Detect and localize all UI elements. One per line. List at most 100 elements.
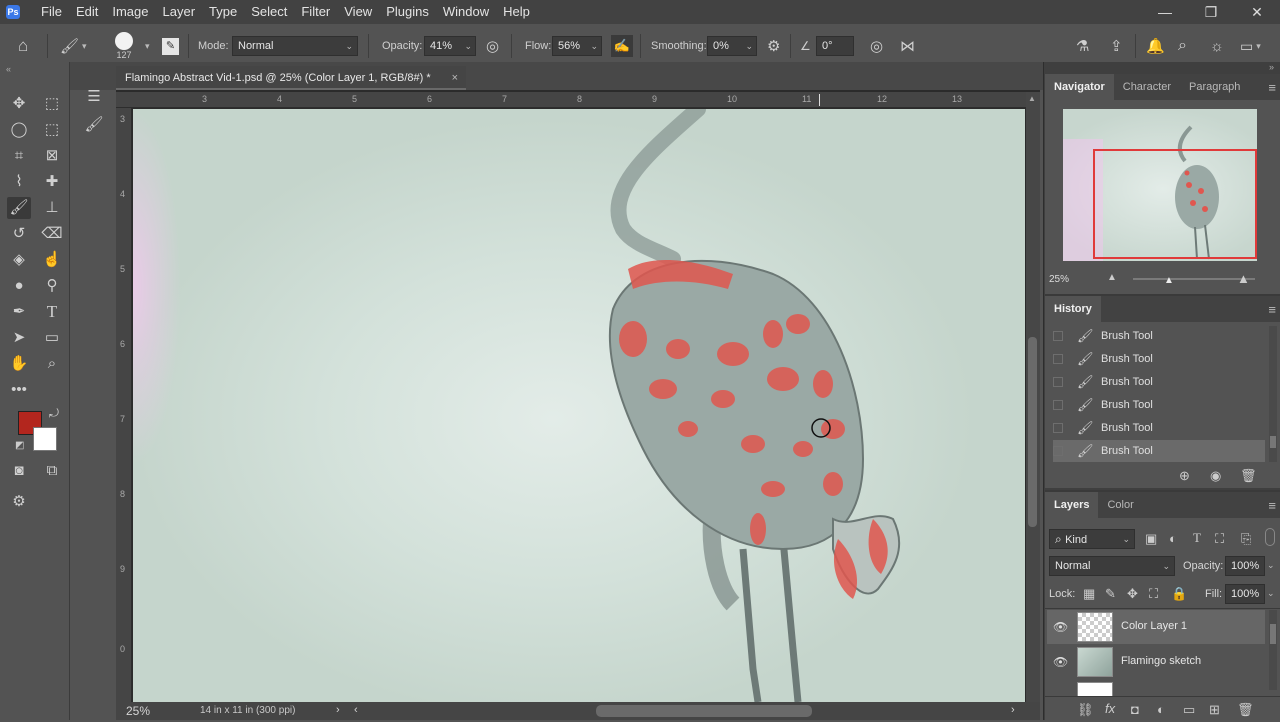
layer-fill-dropdown-icon[interactable]: ⌄ (1267, 588, 1275, 599)
filter-adjustment-icon[interactable]: ◐ (1169, 531, 1177, 546)
pen-tool-icon[interactable]: ✒ (7, 301, 31, 323)
scroll-up-icon[interactable]: ▲ (1028, 94, 1036, 103)
link-layers-icon[interactable]: ⛓ (1077, 702, 1094, 718)
filter-pixel-icon[interactable]: ▣ (1145, 531, 1157, 547)
background-color-swatch[interactable] (33, 427, 57, 451)
object-select-tool-icon[interactable]: ⬚ (40, 119, 64, 141)
dodge-tool-icon[interactable]: ● (7, 275, 31, 297)
eyedropper-tool-icon[interactable]: ⌇ (7, 171, 31, 193)
new-group-folder-icon[interactable]: ▭ (1183, 702, 1195, 718)
collapse-panels-icon[interactable]: » (1269, 62, 1274, 72)
history-brush-tool-icon[interactable]: ↺ (7, 223, 31, 245)
swap-colors-icon[interactable]: ⤾ (49, 406, 59, 421)
paint-bucket-tool-icon[interactable]: ◈ (7, 249, 31, 271)
layer-row[interactable]: 👁 Flamingo sketch (1047, 645, 1265, 679)
marquee-tool-icon[interactable]: ⬚ (40, 93, 64, 115)
navigator-view-box[interactable] (1093, 149, 1257, 259)
menu-layer[interactable]: Layer (156, 0, 203, 24)
quick-mask-icon[interactable]: ◙ (7, 460, 31, 482)
blur-tool-icon[interactable]: ⚲ (40, 275, 64, 297)
create-snapshot-camera-icon[interactable]: ◉ (1210, 468, 1221, 484)
zoom-out-icon[interactable]: ▲ (1107, 272, 1117, 283)
delete-state-trash-icon[interactable]: 🗑 (1240, 468, 1257, 484)
zoom-tool-icon[interactable]: ⌕ (40, 353, 64, 375)
tab-paragraph[interactable]: Paragraph (1180, 74, 1249, 100)
filter-shape-icon[interactable]: ⛶ (1215, 531, 1224, 547)
layer-style-fx-icon[interactable]: fx (1105, 701, 1115, 716)
default-colors-icon[interactable]: ◩ (15, 440, 24, 451)
horizontal-scroll-thumb[interactable] (596, 705, 812, 717)
document-tab[interactable]: Flamingo Abstract Vid-1.psd @ 25% (Color… (116, 66, 466, 90)
adjustment-layer-icon[interactable]: ◐ (1157, 702, 1165, 717)
menu-help[interactable]: Help (496, 0, 537, 24)
smudge-tool-icon[interactable]: ☝ (40, 249, 64, 271)
move-tool-icon[interactable]: ✥ (7, 93, 31, 115)
history-scrollbar[interactable] (1269, 326, 1277, 462)
path-selection-tool-icon[interactable]: ➤ (7, 327, 31, 349)
menu-filter[interactable]: Filter (294, 0, 337, 24)
hand-tool-icon[interactable]: ✋ (7, 353, 31, 375)
navigator-zoom-value[interactable]: 25% (1049, 274, 1069, 285)
visibility-eye-icon[interactable]: 👁 (1053, 655, 1068, 669)
edit-toolbar-icon[interactable]: ⚙ (7, 491, 31, 513)
scroll-left-icon[interactable]: ‹ (354, 704, 358, 716)
history-item[interactable]: 🖌 Brush Tool (1053, 417, 1265, 439)
layer-opacity-dropdown-icon[interactable]: ⌄ (1267, 560, 1275, 571)
collapse-toolbar-icon[interactable]: « (6, 64, 11, 74)
crop-tool-icon[interactable]: ⌗ (7, 145, 31, 167)
visibility-eye-icon[interactable]: 👁 (1053, 620, 1068, 634)
layers-panel-menu-icon[interactable]: ≡ (1268, 498, 1276, 513)
menu-window[interactable]: Window (436, 0, 496, 24)
tab-history[interactable]: History (1045, 296, 1101, 322)
filter-toggle[interactable] (1265, 528, 1275, 546)
menu-edit[interactable]: Edit (69, 0, 105, 24)
scroll-right-icon[interactable]: › (1011, 704, 1015, 716)
layer-opacity-input[interactable]: 100% (1225, 556, 1265, 576)
document-canvas[interactable] (133, 109, 1025, 702)
restore-button[interactable]: ❐ (1188, 0, 1234, 24)
zoom-in-icon[interactable]: ▲ (1237, 271, 1250, 286)
new-layer-icon[interactable]: ⊞ (1209, 702, 1220, 718)
tab-layers[interactable]: Layers (1045, 492, 1099, 518)
layers-scrollbar[interactable] (1269, 610, 1277, 690)
type-tool-icon[interactable]: T (40, 301, 64, 323)
layer-fill-input[interactable]: 100% (1225, 584, 1265, 604)
history-item-current[interactable]: 🖌 Brush Tool (1053, 440, 1265, 462)
menu-image[interactable]: Image (105, 0, 155, 24)
more-tools-icon[interactable]: ••• (7, 379, 31, 401)
layer-blend-mode-select[interactable]: Normal ⌄ (1049, 556, 1175, 576)
tab-navigator[interactable]: Navigator (1045, 74, 1114, 100)
new-document-from-state-icon[interactable]: ⊕ (1179, 468, 1190, 484)
menu-select[interactable]: Select (244, 0, 294, 24)
status-menu-arrow-icon[interactable]: › (336, 704, 340, 716)
filter-smart-object-icon[interactable]: ⎘ (1241, 531, 1251, 547)
screen-mode-icon[interactable]: ⧉ (40, 460, 64, 482)
add-mask-icon[interactable]: ◘ (1131, 702, 1139, 717)
lock-artboard-icon[interactable]: ⛶ (1149, 586, 1158, 602)
menu-view[interactable]: View (337, 0, 379, 24)
lock-position-icon[interactable]: ✥ (1127, 586, 1138, 602)
frame-tool-icon[interactable]: ⊠ (40, 145, 64, 167)
tab-color[interactable]: Color (1098, 492, 1142, 518)
lasso-tool-icon[interactable]: ◯ (7, 119, 31, 141)
close-window-button[interactable]: ✕ (1234, 0, 1280, 24)
healing-brush-tool-icon[interactable]: ✚ (40, 171, 64, 193)
panel-menu-icon[interactable]: ≡ (1268, 80, 1276, 95)
history-item[interactable]: 🖌 Brush Tool (1053, 325, 1265, 347)
minimize-button[interactable]: — (1142, 0, 1188, 24)
history-item[interactable]: 🖌 Brush Tool (1053, 371, 1265, 393)
close-document-icon[interactable]: × (452, 66, 458, 90)
history-item[interactable]: 🖌 Brush Tool (1053, 394, 1265, 416)
menu-type[interactable]: Type (202, 0, 244, 24)
history-item[interactable]: 🖌 Brush Tool (1053, 348, 1265, 370)
lock-all-icon[interactable]: 🔒 (1171, 586, 1187, 602)
menu-plugins[interactable]: Plugins (379, 0, 436, 24)
layer-filter-kind-select[interactable]: ⌕ Kind ⌄ (1049, 529, 1135, 549)
brush-presets-panel-icon[interactable]: 🖌 (82, 114, 106, 136)
menu-file[interactable]: File (34, 0, 69, 24)
tab-character[interactable]: Character (1114, 74, 1180, 100)
history-panel-menu-icon[interactable]: ≡ (1268, 302, 1276, 317)
navigator-thumbnail[interactable] (1063, 109, 1257, 261)
brush-tool-icon[interactable]: 🖌 (7, 197, 31, 219)
vertical-scrollbar[interactable]: ▲ (1026, 92, 1040, 702)
